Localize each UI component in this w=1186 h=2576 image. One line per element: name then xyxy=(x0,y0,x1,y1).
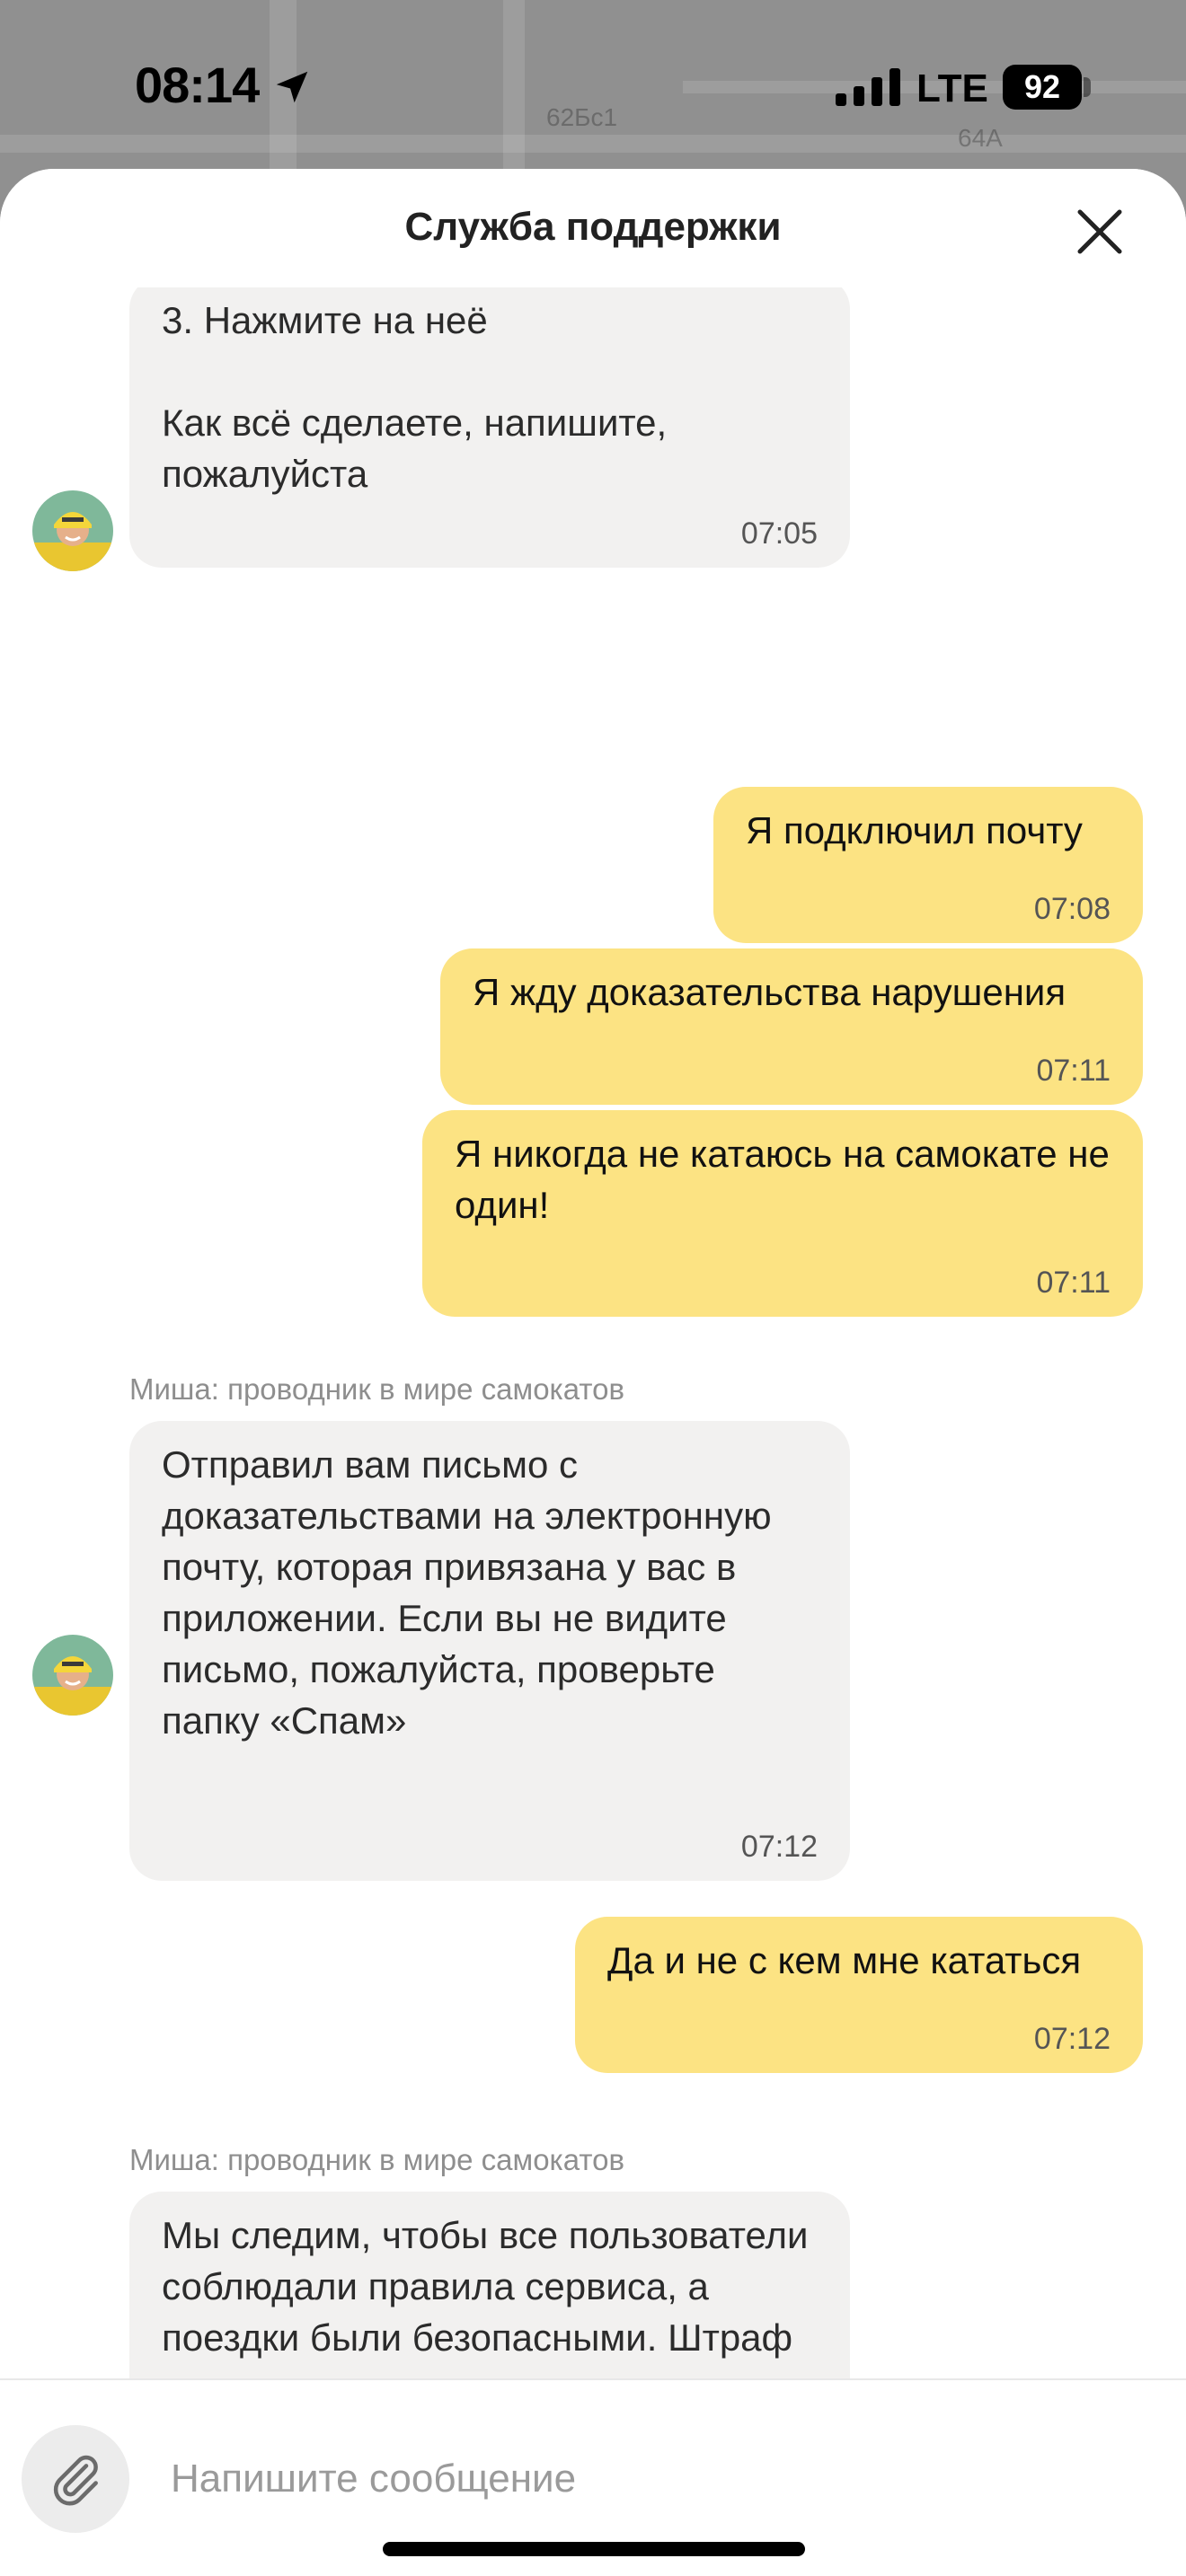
sender-name: Миша: проводник в мире самокатов xyxy=(129,1372,624,1406)
paperclip-icon xyxy=(53,2455,98,2506)
network-type: LTE xyxy=(916,66,988,110)
message-time: 07:08 xyxy=(1033,892,1111,926)
avatar-icon[interactable] xyxy=(32,490,113,571)
close-icon[interactable] xyxy=(1071,203,1128,260)
message-time: 07:12 xyxy=(1033,2022,1111,2056)
status-bar: 08:14 LTE 92 xyxy=(0,0,1186,171)
message-text: Да и не с кем мне кататься xyxy=(607,1939,1082,1981)
message-time: 07:05 xyxy=(740,516,818,551)
battery-level: 92 xyxy=(1023,68,1061,105)
message-time: 07:12 xyxy=(740,1830,818,1864)
incoming-message: 3. Нажмите на неё Как всё сделаете, напи… xyxy=(129,287,850,568)
page-title: Служба поддержки xyxy=(404,205,782,249)
signal-icon xyxy=(836,68,900,106)
status-time: 08:14 xyxy=(135,57,260,113)
attach-button[interactable] xyxy=(22,2425,129,2533)
outgoing-message: Я жду доказательства нарушения 07:11 xyxy=(440,948,1143,1105)
message-input[interactable] xyxy=(171,2434,1123,2524)
avatar-icon[interactable] xyxy=(32,1635,113,1716)
message-text: Отправил вам письмо с доказательствами н… xyxy=(162,1443,783,1742)
message-time: 07:11 xyxy=(1036,1054,1111,1088)
outgoing-message: Я подключил почту 07:08 xyxy=(713,787,1143,943)
message-text: Я жду доказательства нарушения xyxy=(473,971,1067,1013)
message-text: Я никогда не катаюсь на самокате не один… xyxy=(455,1133,1120,1226)
battery-icon: 92 xyxy=(1003,65,1082,110)
message-text: 3. Нажмите на неё Как всё сделаете, напи… xyxy=(162,299,668,495)
battery-cap xyxy=(1084,77,1091,97)
message-text: Я подключил почту xyxy=(746,809,1083,851)
outgoing-message: Я никогда не катаюсь на самокате не один… xyxy=(422,1110,1143,1317)
incoming-message: Отправил вам письмо с доказательствами н… xyxy=(129,1421,850,1881)
location-arrow-icon xyxy=(276,71,308,103)
message-composer xyxy=(0,2378,1186,2576)
outgoing-message: Да и не с кем мне кататься 07:12 xyxy=(575,1917,1143,2073)
support-chat-sheet: Служба поддержки 3. Нажмите на неё Как в… xyxy=(0,169,1186,2576)
sender-name: Миша: проводник в мире самокатов xyxy=(129,2143,624,2176)
chat-header: Служба поддержки xyxy=(0,169,1186,287)
message-time: 07:11 xyxy=(1036,1266,1111,1300)
home-indicator xyxy=(383,2542,805,2556)
message-list[interactable]: 3. Нажмите на неё Как всё сделаете, напи… xyxy=(0,287,1186,2545)
